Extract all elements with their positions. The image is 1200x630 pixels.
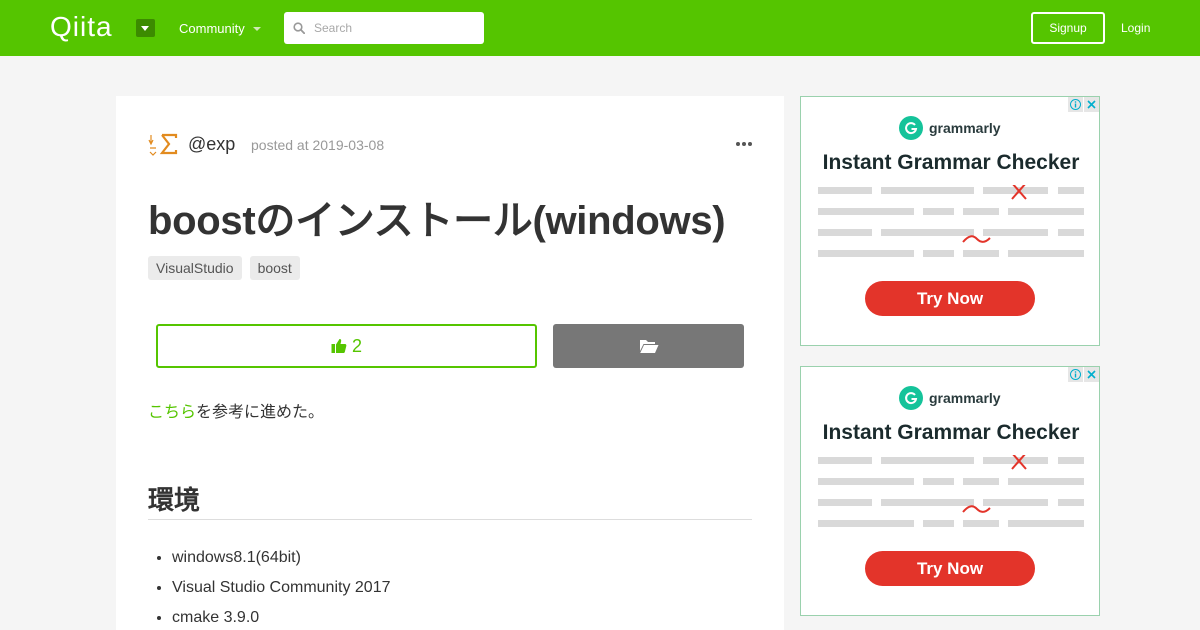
- intro-text: を参考に進めた。: [196, 404, 325, 421]
- brand-name: grammarly: [929, 390, 1001, 406]
- try-now-button[interactable]: Try Now: [865, 281, 1035, 316]
- posted-date: posted at 2019-03-08: [251, 137, 385, 153]
- signup-button[interactable]: Signup: [1031, 12, 1105, 44]
- ad-banner[interactable]: grammarly Instant Grammar Checker Try No…: [800, 366, 1100, 616]
- ad-info-icon[interactable]: [1068, 97, 1083, 112]
- ad-close-icon[interactable]: [1084, 367, 1099, 382]
- tag-list: VisualStudio boost: [148, 256, 300, 280]
- search-icon: [293, 22, 305, 34]
- ad-info-icon[interactable]: [1068, 367, 1083, 382]
- try-now-button[interactable]: Try Now: [865, 551, 1035, 586]
- chevron-down-icon[interactable]: [136, 19, 155, 37]
- caret-down-icon: [252, 26, 261, 31]
- section-heading-environment: 環境: [148, 480, 752, 520]
- more-options-icon[interactable]: [736, 142, 752, 146]
- ad-headline: Instant Grammar Checker: [822, 421, 1080, 444]
- tag-visualstudio[interactable]: VisualStudio: [148, 256, 242, 280]
- list-item: cmake 3.9.0: [172, 608, 391, 630]
- folder-open-icon: [639, 340, 658, 353]
- ad-headline: Instant Grammar Checker: [822, 151, 1080, 174]
- like-count: 2: [351, 335, 362, 356]
- author-name[interactable]: @exp: [188, 134, 235, 155]
- text-lines-illustration: [818, 185, 1084, 257]
- thumbs-up-icon: [331, 339, 347, 353]
- text-lines-illustration: [818, 455, 1084, 527]
- avatar[interactable]: [148, 132, 179, 156]
- list-item: windows8.1(64bit): [172, 548, 391, 578]
- grammarly-g-icon: [899, 386, 923, 410]
- article-intro: こちらを参考に進めた。: [148, 398, 324, 422]
- grammarly-logo: grammarly: [899, 386, 1001, 410]
- article-card: @exp posted at 2019-03-08 boostのインストール(w…: [116, 96, 784, 630]
- login-link[interactable]: Login: [1121, 21, 1150, 35]
- search-input[interactable]: [314, 12, 479, 44]
- brand-name: grammarly: [929, 120, 1001, 136]
- qiita-logo[interactable]: Qiita: [50, 11, 113, 42]
- like-button[interactable]: 2: [156, 324, 537, 368]
- reference-link[interactable]: こちら: [148, 404, 196, 421]
- tag-boost[interactable]: boost: [249, 256, 300, 280]
- grammarly-logo: grammarly: [899, 116, 1001, 140]
- community-menu[interactable]: Community: [179, 21, 261, 36]
- environment-list: windows8.1(64bit) Visual Studio Communit…: [172, 548, 391, 630]
- article-title: boostのインストール(windows): [148, 199, 726, 243]
- grammarly-g-icon: [899, 116, 923, 140]
- site-header: Qiita Community Signup Login: [0, 0, 1200, 56]
- ad-close-icon[interactable]: [1084, 97, 1099, 112]
- ad-banner[interactable]: grammarly Instant Grammar Checker Try No…: [800, 96, 1100, 346]
- stock-button[interactable]: [553, 324, 744, 368]
- search-box: [284, 12, 484, 44]
- list-item: Visual Studio Community 2017: [172, 578, 391, 608]
- community-label: Community: [179, 21, 245, 36]
